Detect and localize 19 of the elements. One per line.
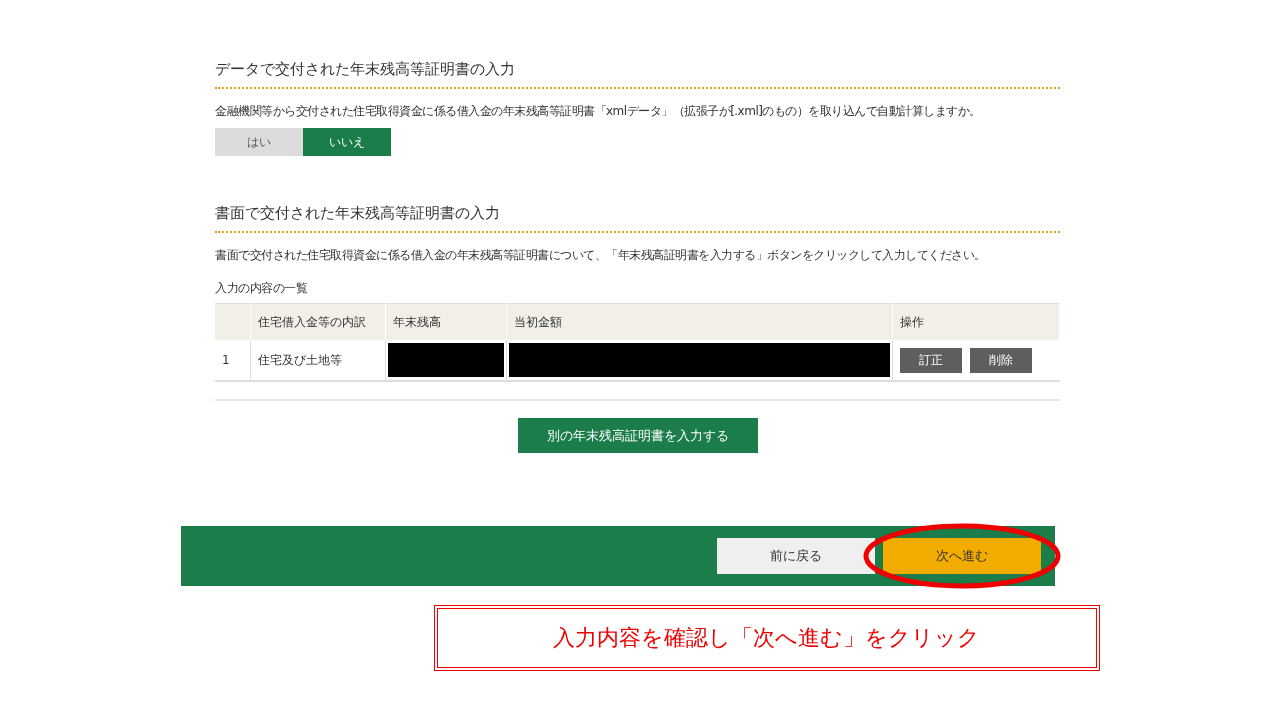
toggle-option[interactable]: いいえ: [303, 128, 391, 156]
action-button[interactable]: 訂正: [899, 347, 962, 373]
action-button[interactable]: 削除: [969, 347, 1032, 373]
add-certificate-button[interactable]: 別の年末残高証明書を入力する: [517, 418, 758, 453]
section-title: データで交付された年末残高等証明書の入力: [215, 60, 1060, 89]
column-header: 住宅借入金等の内訳: [250, 303, 386, 340]
description: 書面で交付された住宅取得資金に係る借入金の年末残高等証明書について、「年末残高証明書を入力する」ボタンをクリックして入力してください。: [215, 247, 987, 264]
instruction-callout: 入力内容を確認し「次へ進む」をクリック: [436, 608, 1097, 668]
section-title: 書面で交付された年末残高等証明書の入力: [215, 204, 1060, 233]
column-header: 当初金額: [506, 303, 893, 340]
list-label: 入力の内容の一覧: [215, 280, 309, 297]
next-button[interactable]: 次へ進む: [882, 538, 1041, 574]
column-header: 年末残高: [385, 303, 507, 340]
column-header: 操作: [892, 303, 1060, 340]
back-button[interactable]: 前に戻る: [716, 538, 875, 574]
row-number: 1: [215, 340, 251, 381]
description: 金融機関等から交付された住宅取得資金に係る借入金の年末残高等証明書「xmlデータ」（拡張子が[.xml]のもの）を取り込んで自動計算しますか。: [215, 103, 982, 120]
toggle-option[interactable]: はい: [215, 128, 303, 156]
table-cell: 住宅及び土地等: [250, 340, 386, 381]
